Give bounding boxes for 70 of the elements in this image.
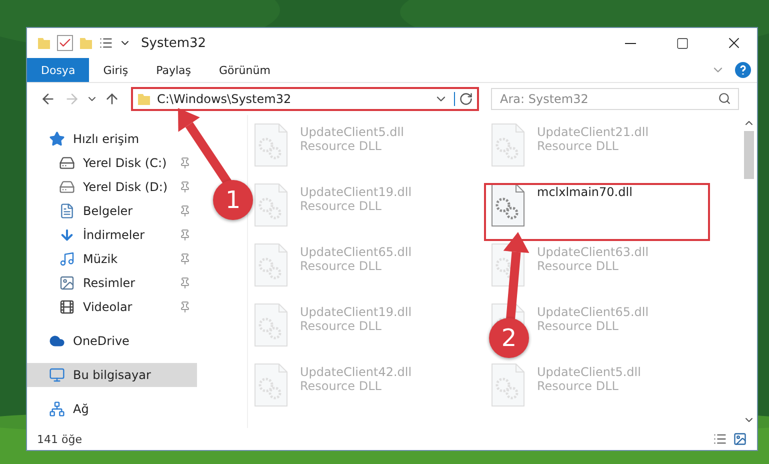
cloud-icon	[49, 333, 65, 349]
file-type: Resource DLL	[300, 139, 382, 153]
sidebar-item[interactable]: Bu bilgisayar	[27, 363, 197, 387]
details-view-icon[interactable]	[713, 432, 727, 446]
sidebar-item[interactable]: Hızlı erişim	[27, 127, 197, 151]
file-name: UpdateClient65.dll	[537, 305, 649, 319]
address-field[interactable]: C:\Windows\System32	[131, 87, 479, 111]
window-title: System32	[141, 36, 206, 50]
ribbon-tab[interactable]: Dosya	[27, 58, 90, 82]
help-icon[interactable]	[735, 62, 751, 78]
file-type: Resource DLL	[300, 319, 382, 333]
minimize-icon	[624, 42, 636, 44]
ribbon-tab[interactable]: Paylaş	[142, 58, 205, 82]
forward-icon	[64, 91, 80, 107]
sidebar-item[interactable]: Ağ	[27, 397, 197, 421]
file-name: UpdateClient5.dll	[537, 365, 641, 379]
file-type: Resource DLL	[300, 379, 382, 393]
star-icon	[49, 131, 65, 147]
file-type: Resource DLL	[300, 259, 382, 273]
file-gears-icon	[254, 183, 288, 227]
file-name: UpdateClient19.dll	[300, 185, 412, 199]
file-name: UpdateClient42.dll	[300, 365, 412, 379]
sidebar-item[interactable]: Müzik	[27, 247, 197, 271]
drive-icon	[59, 179, 75, 195]
sidebar-item[interactable]: Resimler	[27, 271, 197, 295]
ribbon-tab[interactable]: Giriş	[89, 58, 142, 82]
view-icon[interactable]	[99, 36, 113, 50]
folder-icon	[37, 36, 51, 50]
file-gears-icon	[254, 243, 288, 287]
file-name: UpdateClient63.dll	[537, 245, 649, 259]
item-count: 141 öğe	[37, 432, 82, 446]
music-note-icon	[59, 251, 75, 267]
file-gears-icon	[491, 183, 525, 227]
file-type: Resource DLL	[537, 259, 620, 273]
file-gears-icon	[491, 363, 525, 407]
back-icon	[40, 91, 56, 107]
file-type: Resource DLL	[537, 379, 620, 393]
file-type: Resource DLL	[537, 139, 620, 153]
file-name: UpdateClient5.dll	[300, 125, 404, 139]
network-icon	[49, 401, 65, 417]
sidebar-item[interactable]: Belgeler	[27, 199, 197, 223]
properties-icon[interactable]	[57, 35, 73, 51]
scrollbar-thumb[interactable]	[744, 131, 754, 179]
file-name: UpdateClient65.dll	[300, 245, 412, 259]
picture-icon	[59, 275, 75, 291]
file-gears-icon	[491, 123, 525, 167]
ribbon-tab[interactable]: Görünüm	[205, 58, 284, 82]
drive-icon	[59, 155, 75, 171]
file-type: Resource DLL	[537, 319, 620, 333]
file-gears-icon	[254, 303, 288, 347]
maximize-icon	[676, 36, 688, 50]
sidebar-item[interactable]: OneDrive	[27, 329, 197, 353]
file-name: UpdateClient21.dll	[537, 125, 649, 139]
search-icon	[718, 92, 731, 105]
document-icon	[59, 203, 75, 219]
file-gears-icon	[254, 363, 288, 407]
file-name: UpdateClient19.dll	[300, 305, 412, 319]
search-field[interactable]: Ara: System32	[491, 88, 739, 110]
download-icon	[59, 227, 75, 243]
sidebar-item[interactable]: İndirmeler	[27, 223, 197, 247]
sidebar-item[interactable]: Videolar	[27, 295, 197, 319]
file-name: mclxlmain70.dll	[537, 185, 632, 199]
file-gears-icon	[254, 123, 288, 167]
folder-icon	[137, 92, 151, 106]
sidebar-item[interactable]: Yerel Disk (C:)	[27, 151, 197, 175]
file-type: Resource DLL	[300, 199, 382, 213]
monitor-icon	[49, 367, 65, 383]
film-icon	[59, 299, 75, 315]
large-icons-view-icon[interactable]	[733, 432, 747, 446]
sidebar-item[interactable]: Yerel Disk (D:)	[27, 175, 197, 199]
